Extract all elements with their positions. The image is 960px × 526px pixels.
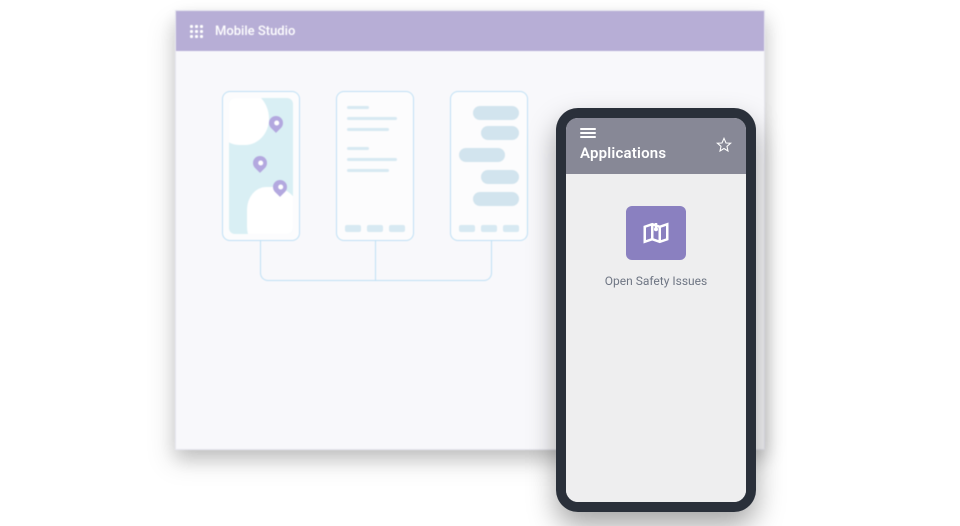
wireframe-chat-screen[interactable] <box>450 91 528 241</box>
wireframe-map-screen[interactable] <box>222 91 300 241</box>
app-grid-icon[interactable] <box>190 25 203 38</box>
window-header: Mobile Studio <box>176 11 764 51</box>
map-pin-icon <box>250 153 270 173</box>
window-title: Mobile Studio <box>215 24 295 39</box>
form-buttons <box>345 225 405 232</box>
phone-device-frame: Applications Open Safety Issues <box>556 108 756 512</box>
chat-bubble <box>481 170 519 184</box>
phone-screen: Applications Open Safety Issues <box>566 118 746 502</box>
star-outline-icon[interactable] <box>716 137 732 153</box>
phone-header: Applications <box>566 118 746 174</box>
map-preview <box>229 98 293 234</box>
phone-title: Applications <box>580 144 666 162</box>
wireframe-form-screen[interactable] <box>336 91 414 241</box>
app-tile-label: Open Safety Issues <box>605 274 707 288</box>
form-lines <box>337 92 413 194</box>
hamburger-icon[interactable] <box>580 128 596 138</box>
map-pin-icon <box>641 218 671 248</box>
map-pin-icon <box>266 113 286 133</box>
chat-bubble <box>481 126 519 140</box>
chat-bubble <box>473 192 519 206</box>
flow-connector <box>260 241 376 281</box>
chat-bubble <box>459 148 505 162</box>
app-tile-open-safety-issues[interactable] <box>626 206 686 260</box>
flow-connector <box>376 241 492 281</box>
chat-bubble <box>473 106 519 120</box>
chat-input <box>459 225 519 232</box>
phone-body: Open Safety Issues <box>566 174 746 502</box>
